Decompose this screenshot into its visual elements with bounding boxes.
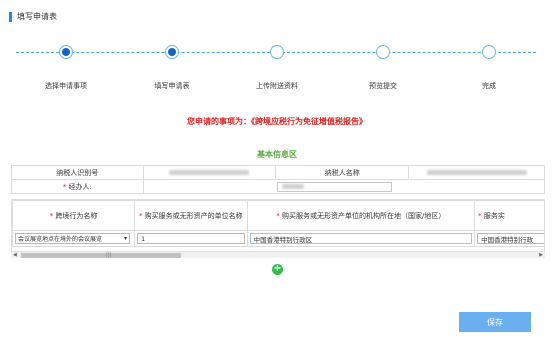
section-title: 填写申请表 xyxy=(17,12,57,21)
cross-border-grid: * 跨境行为名称 * 购买服务或无形资产的单位名称 * 购买服务或无形资产单位的… xyxy=(11,199,545,258)
grip-icon: ||| xyxy=(106,252,112,258)
scrollbar-thumb[interactable]: ||| xyxy=(21,252,181,258)
col-header-unit-name: * 购买服务或无形资产的单位名称 xyxy=(133,200,248,231)
section-header: 填写申请表 xyxy=(9,11,57,22)
taxpayer-id-value xyxy=(142,165,277,180)
notice-item: 《跨境应税行为免征增值税报告》 xyxy=(251,117,367,126)
horizontal-scrollbar[interactable]: ◀ ||| ▶ xyxy=(11,251,545,258)
unit-name-input[interactable]: 1 xyxy=(136,233,245,244)
step-4-label: 预览提交 xyxy=(369,82,397,90)
agent-label: 经办人: xyxy=(68,182,92,191)
redacted-agent-name xyxy=(281,184,304,189)
taxpayer-name-label: 纳税人名称 xyxy=(275,165,410,180)
table-row: 会议展览地点在境外的会议展览 ▾ 1 中国香港特别行政区 中国香港特别行政 xyxy=(12,230,544,247)
agent-value-cell xyxy=(142,179,546,194)
redacted-taxpayer-name xyxy=(426,170,527,175)
taxpayer-id-label: 纳税人识别号 xyxy=(11,165,144,180)
service-place-input[interactable]: 中国香港特别行政 xyxy=(477,233,544,244)
step-5-label: 完成 xyxy=(482,82,496,90)
redacted-taxpayer-id xyxy=(169,170,250,175)
add-row-button[interactable]: + xyxy=(272,264,283,275)
col-header-location: * 购买服务或无形资产单位的机构所在地（国家/地区） xyxy=(246,200,476,231)
service-place-cell: 中国香港特别行政 xyxy=(474,230,544,247)
basic-info-table: 纳税人识别号 纳税人名称 * 经办人: xyxy=(11,165,546,194)
dropdown-arrow-icon: ▾ xyxy=(123,235,127,242)
scroll-right-icon[interactable]: ▶ xyxy=(539,252,543,259)
location-input[interactable]: 中国香港特别行政区 xyxy=(249,233,473,244)
step-2-dot xyxy=(165,45,179,59)
step-2-label: 填写申请表 xyxy=(154,82,190,90)
unit-name-cell: 1 xyxy=(133,230,248,247)
taxpayer-name-value xyxy=(408,165,545,180)
step-1-label: 选择申请事项 xyxy=(45,82,87,90)
scroll-left-icon[interactable]: ◀ xyxy=(13,252,17,259)
notice-prefix: 您申请的事项为： xyxy=(187,117,251,126)
basic-info-title: 基本信息区 xyxy=(257,150,297,159)
location-cell: 中国香港特别行政区 xyxy=(246,230,476,247)
save-button[interactable]: 保存 xyxy=(459,312,531,332)
step-3-label: 上传附送资料 xyxy=(256,82,298,90)
agent-input[interactable] xyxy=(276,181,392,192)
section-marker xyxy=(9,11,12,22)
agent-label-cell: * 经办人: xyxy=(11,179,144,194)
step-4-dot xyxy=(376,45,390,59)
col-header-service-place: * 服务实 xyxy=(474,200,544,231)
step-5-dot xyxy=(482,45,496,59)
behavior-select[interactable]: 会议展览地点在境外的会议展览 ▾ xyxy=(15,233,130,244)
selected-item-notice: 您申请的事项为：《跨境应税行为免征增值税报告》 xyxy=(0,116,554,127)
behavior-cell: 会议展览地点在境外的会议展览 ▾ xyxy=(12,230,135,247)
step-1-dot xyxy=(59,45,73,59)
step-3-dot xyxy=(270,45,284,59)
col-header-behavior: * 跨境行为名称 xyxy=(12,200,135,231)
